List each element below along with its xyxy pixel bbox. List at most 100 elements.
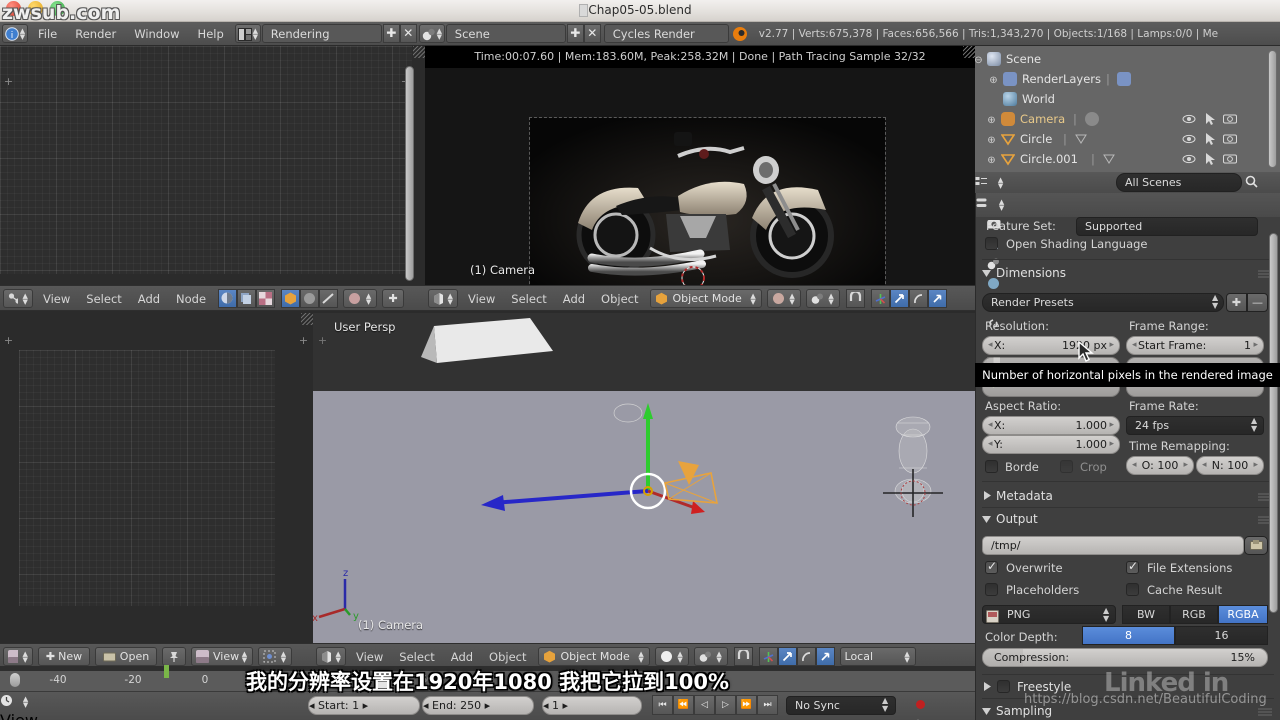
eye-icon[interactable] bbox=[1182, 112, 1196, 126]
cursor-arrow-icon[interactable] bbox=[1203, 132, 1217, 146]
color-depth-8-button[interactable]: 8 bbox=[1082, 626, 1175, 645]
new-material-plus-icon[interactable]: ✚ bbox=[382, 289, 405, 308]
manipulator-group[interactable] bbox=[845, 289, 865, 308]
increment-icon[interactable]: ▸ bbox=[1109, 421, 1114, 430]
open-shading-language-checkbox[interactable] bbox=[985, 237, 998, 250]
render-engine-select[interactable]: Cycles Render bbox=[603, 24, 729, 43]
screen-layout-actions[interactable]: ✚ ✕ bbox=[382, 24, 417, 43]
viewport-shading-icon[interactable]: ▲ ▼ bbox=[766, 289, 801, 308]
viewport-top-menu-select[interactable]: Select bbox=[503, 286, 554, 310]
node-pane-corner[interactable] bbox=[301, 313, 313, 325]
resolution-x-field[interactable]: ◂ X: 1920 px ▸ bbox=[982, 336, 1120, 355]
decrement-icon[interactable]: ◂ bbox=[988, 421, 993, 430]
uv-pivot-icon[interactable]: ▲ ▼ bbox=[258, 647, 292, 666]
node-menu-node[interactable]: Node bbox=[168, 286, 214, 310]
viewport-top-menu-object[interactable]: Object bbox=[593, 286, 646, 310]
scene-data-icon[interactable]: ▲ ▼ bbox=[418, 24, 445, 43]
add-preset-button[interactable]: ✚ bbox=[1226, 293, 1247, 312]
frame-rate-spinner-icon[interactable]: ▲ ▼ bbox=[1251, 417, 1257, 433]
cache-result-checkbox[interactable] bbox=[1126, 583, 1139, 596]
channels-rgb-button[interactable]: RGB bbox=[1170, 605, 1218, 624]
decrement-icon[interactable]: ◂ bbox=[423, 699, 429, 712]
pivot-point-icon[interactable]: ▲ ▼ bbox=[805, 289, 840, 308]
record-group[interactable] bbox=[912, 696, 929, 720]
delete-layout-icon[interactable]: ✕ bbox=[399, 24, 417, 43]
channels-bw-button[interactable]: BW bbox=[1122, 605, 1170, 624]
properties-scrollbar[interactable] bbox=[1269, 233, 1278, 613]
outliner-row-circle[interactable]: ⊕ Circle | bbox=[975, 129, 1280, 149]
image-editor-canvas[interactable] bbox=[0, 46, 412, 274]
increment-icon[interactable]: ▸ bbox=[1109, 341, 1114, 350]
sync-mode-select[interactable]: No Sync bbox=[786, 696, 896, 715]
linestyle-shading-icon[interactable] bbox=[319, 289, 339, 308]
viewport-toolshelf-toggle-icon[interactable]: + bbox=[317, 335, 328, 346]
image-view-select[interactable]: View ▲ ▼ bbox=[191, 647, 253, 666]
rotate-icon[interactable] bbox=[908, 289, 928, 308]
end-frame-timeline-field[interactable]: ◂ End: 250 ▸ bbox=[422, 696, 534, 715]
increment-icon[interactable]: ▸ bbox=[1253, 341, 1258, 350]
increment-icon[interactable]: ▸ bbox=[1253, 461, 1258, 470]
shader-nodes-icon[interactable] bbox=[218, 289, 238, 308]
viewport-bottom-snap-group[interactable] bbox=[733, 647, 753, 666]
viewport-bottom-rotate-icon[interactable] bbox=[796, 647, 816, 666]
node-menu-view[interactable]: View bbox=[35, 286, 78, 310]
preset-spinner-icon[interactable]: ▲ ▼ bbox=[1212, 294, 1218, 310]
viewport-bottom-scale-icon[interactable] bbox=[815, 647, 835, 666]
outliner-row-scene[interactable]: ⊖ Scene bbox=[974, 49, 1280, 69]
scene-actions[interactable]: ✚ ✕ bbox=[566, 24, 601, 43]
jump-end-icon[interactable]: ⏭ bbox=[757, 695, 778, 715]
viewport-bottom-manipulator-icon[interactable] bbox=[758, 647, 778, 666]
outliner-row-circle-001[interactable]: ⊕ Circle.001 | bbox=[975, 149, 1280, 169]
pane-corner-widget[interactable] bbox=[413, 46, 425, 58]
playback-transport[interactable]: ⏮ ⏪ ◁ ▷ ⏩ ⏭ bbox=[652, 695, 778, 715]
aspect-y-field[interactable]: ◂ Y: 1.000 ▸ bbox=[982, 435, 1120, 454]
screen-layout-name[interactable]: Rendering bbox=[261, 24, 382, 43]
uv-image-editor-icon[interactable]: ▲ ▼ bbox=[3, 647, 33, 666]
viewport-top-menu-add[interactable]: Add bbox=[555, 286, 593, 310]
snap-magnet-icon[interactable] bbox=[845, 289, 865, 308]
increment-icon[interactable]: ▸ bbox=[1183, 461, 1188, 470]
frame-rate-select[interactable]: 24 fps bbox=[1126, 416, 1264, 435]
node-menu-select[interactable]: Select bbox=[78, 286, 129, 310]
decrement-icon[interactable]: ◂ bbox=[988, 440, 993, 449]
viewport-bottom-translate-icon[interactable] bbox=[777, 647, 797, 666]
remap-old-field[interactable]: ◂ O: 100 ▸ bbox=[1126, 456, 1194, 475]
texture-nodes-icon[interactable] bbox=[256, 289, 276, 308]
node-menu-add[interactable]: Add bbox=[130, 286, 168, 310]
expand-icon[interactable]: ⊕ bbox=[988, 75, 999, 86]
decrement-icon[interactable]: ◂ bbox=[1132, 341, 1137, 350]
object-shading-icon[interactable] bbox=[281, 289, 301, 308]
magnifier-icon[interactable] bbox=[1245, 173, 1273, 192]
viewport-3d-pane[interactable]: z x y User Persp (1) Camera + bbox=[313, 313, 975, 643]
world-shading-icon[interactable] bbox=[300, 289, 320, 308]
node-editor-canvas[interactable] bbox=[19, 350, 275, 606]
eye-icon[interactable] bbox=[1182, 132, 1196, 146]
add-scene-icon[interactable]: ✚ bbox=[566, 24, 584, 43]
dimensions-panel-header[interactable]: Dimensions bbox=[976, 263, 1280, 283]
folder-icon[interactable] bbox=[1244, 536, 1268, 555]
manipulator-icon[interactable] bbox=[870, 289, 890, 308]
decrement-icon[interactable]: ◂ bbox=[988, 341, 993, 350]
sync-spinner-icon[interactable]: ▲ ▼ bbox=[882, 697, 888, 713]
outliner-row-camera[interactable]: ⊕ Camera | bbox=[975, 109, 1280, 129]
expand-icon[interactable]: ⊕ bbox=[986, 135, 997, 146]
outliner-icon[interactable]: ▲ ▼ bbox=[975, 173, 1005, 192]
viewport-bottom-manipulator-group[interactable] bbox=[758, 647, 835, 666]
new-image-button[interactable]: ✚ New bbox=[38, 647, 90, 666]
translate-icon[interactable] bbox=[889, 289, 909, 308]
viewport-bottom-shading-icon[interactable]: ▲ ▼ bbox=[654, 647, 689, 666]
increment-icon[interactable]: ▸ bbox=[363, 699, 369, 712]
transform-manipulator-group[interactable] bbox=[870, 289, 947, 308]
menu-render[interactable]: Render bbox=[66, 22, 125, 46]
material-icon[interactable]: ▲ ▼ bbox=[343, 289, 378, 308]
cursor-arrow-icon[interactable] bbox=[1203, 152, 1217, 166]
output-panel-header[interactable]: Output bbox=[976, 509, 1280, 529]
camera-render-icon[interactable] bbox=[1223, 132, 1237, 146]
record-icon[interactable] bbox=[912, 696, 929, 717]
info-editor-icon[interactable]: i ▲ ▼ bbox=[2, 24, 28, 43]
viewport-bottom-snap-magnet-icon[interactable] bbox=[733, 647, 753, 666]
freestyle-checkbox[interactable] bbox=[997, 680, 1010, 693]
compositing-nodes-icon[interactable] bbox=[237, 289, 257, 308]
placeholders-checkbox[interactable] bbox=[985, 583, 998, 596]
outliner-pane[interactable]: ⊖ Scene ⊕ RenderLayers | World ⊕ Camera … bbox=[974, 46, 1280, 233]
